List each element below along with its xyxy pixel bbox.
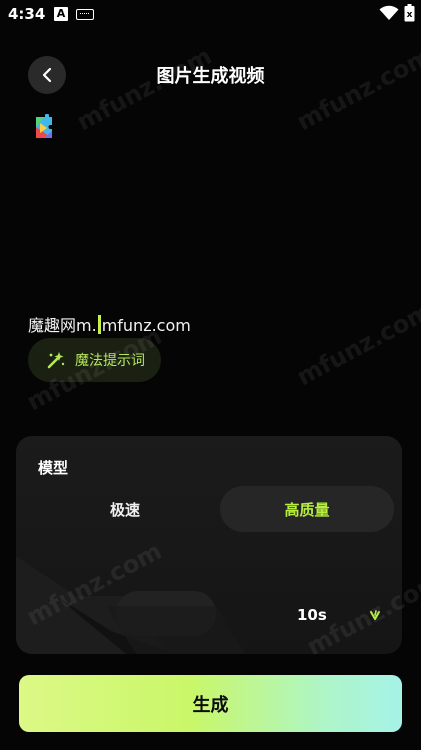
- prompt-text-before: 魔趣网m.: [28, 316, 97, 335]
- magic-wand-icon: [47, 352, 65, 369]
- prompt-input[interactable]: 魔趣网m. mfunz.com: [28, 312, 191, 336]
- chevron-down-icon[interactable]: [368, 608, 382, 622]
- a-notification-icon: A: [54, 7, 68, 21]
- watermark: mfunz.com: [292, 41, 421, 137]
- keyboard-icon: [76, 9, 94, 20]
- watermark: mfunz.com: [72, 41, 217, 137]
- wifi-icon: [379, 5, 399, 20]
- model-heading: 模型: [38, 459, 69, 477]
- watermark: mfunz.com: [292, 296, 421, 392]
- status-bar: 4:34 A x: [0, 0, 421, 30]
- model-panel: 模型 极速 高质量 10s: [16, 436, 402, 654]
- play-store-icon[interactable]: [32, 114, 54, 140]
- generate-button[interactable]: 生成: [19, 675, 402, 732]
- prompt-text-after: mfunz.com: [101, 316, 191, 335]
- battery-icon: x: [404, 4, 415, 22]
- magic-prompt-button[interactable]: 魔法提示词: [28, 338, 161, 382]
- text-cursor: [97, 315, 101, 334]
- status-time: 4:34: [8, 5, 46, 23]
- model-option-high-quality[interactable]: 高质量: [220, 486, 394, 532]
- magic-prompt-label: 魔法提示词: [75, 353, 145, 369]
- screen: 4:34 A x 图片生成视频 魔趣网m. mfunz.com 魔法提示词 模型…: [0, 0, 421, 750]
- model-option-fast[interactable]: 极速: [36, 486, 214, 532]
- duration-value[interactable]: 10s: [297, 606, 327, 624]
- svg-text:x: x: [407, 10, 413, 20]
- page-title: 图片生成视频: [156, 66, 265, 87]
- generate-label: 生成: [192, 694, 229, 716]
- decorative-shape: [16, 556, 246, 654]
- status-indicators: x: [379, 4, 415, 22]
